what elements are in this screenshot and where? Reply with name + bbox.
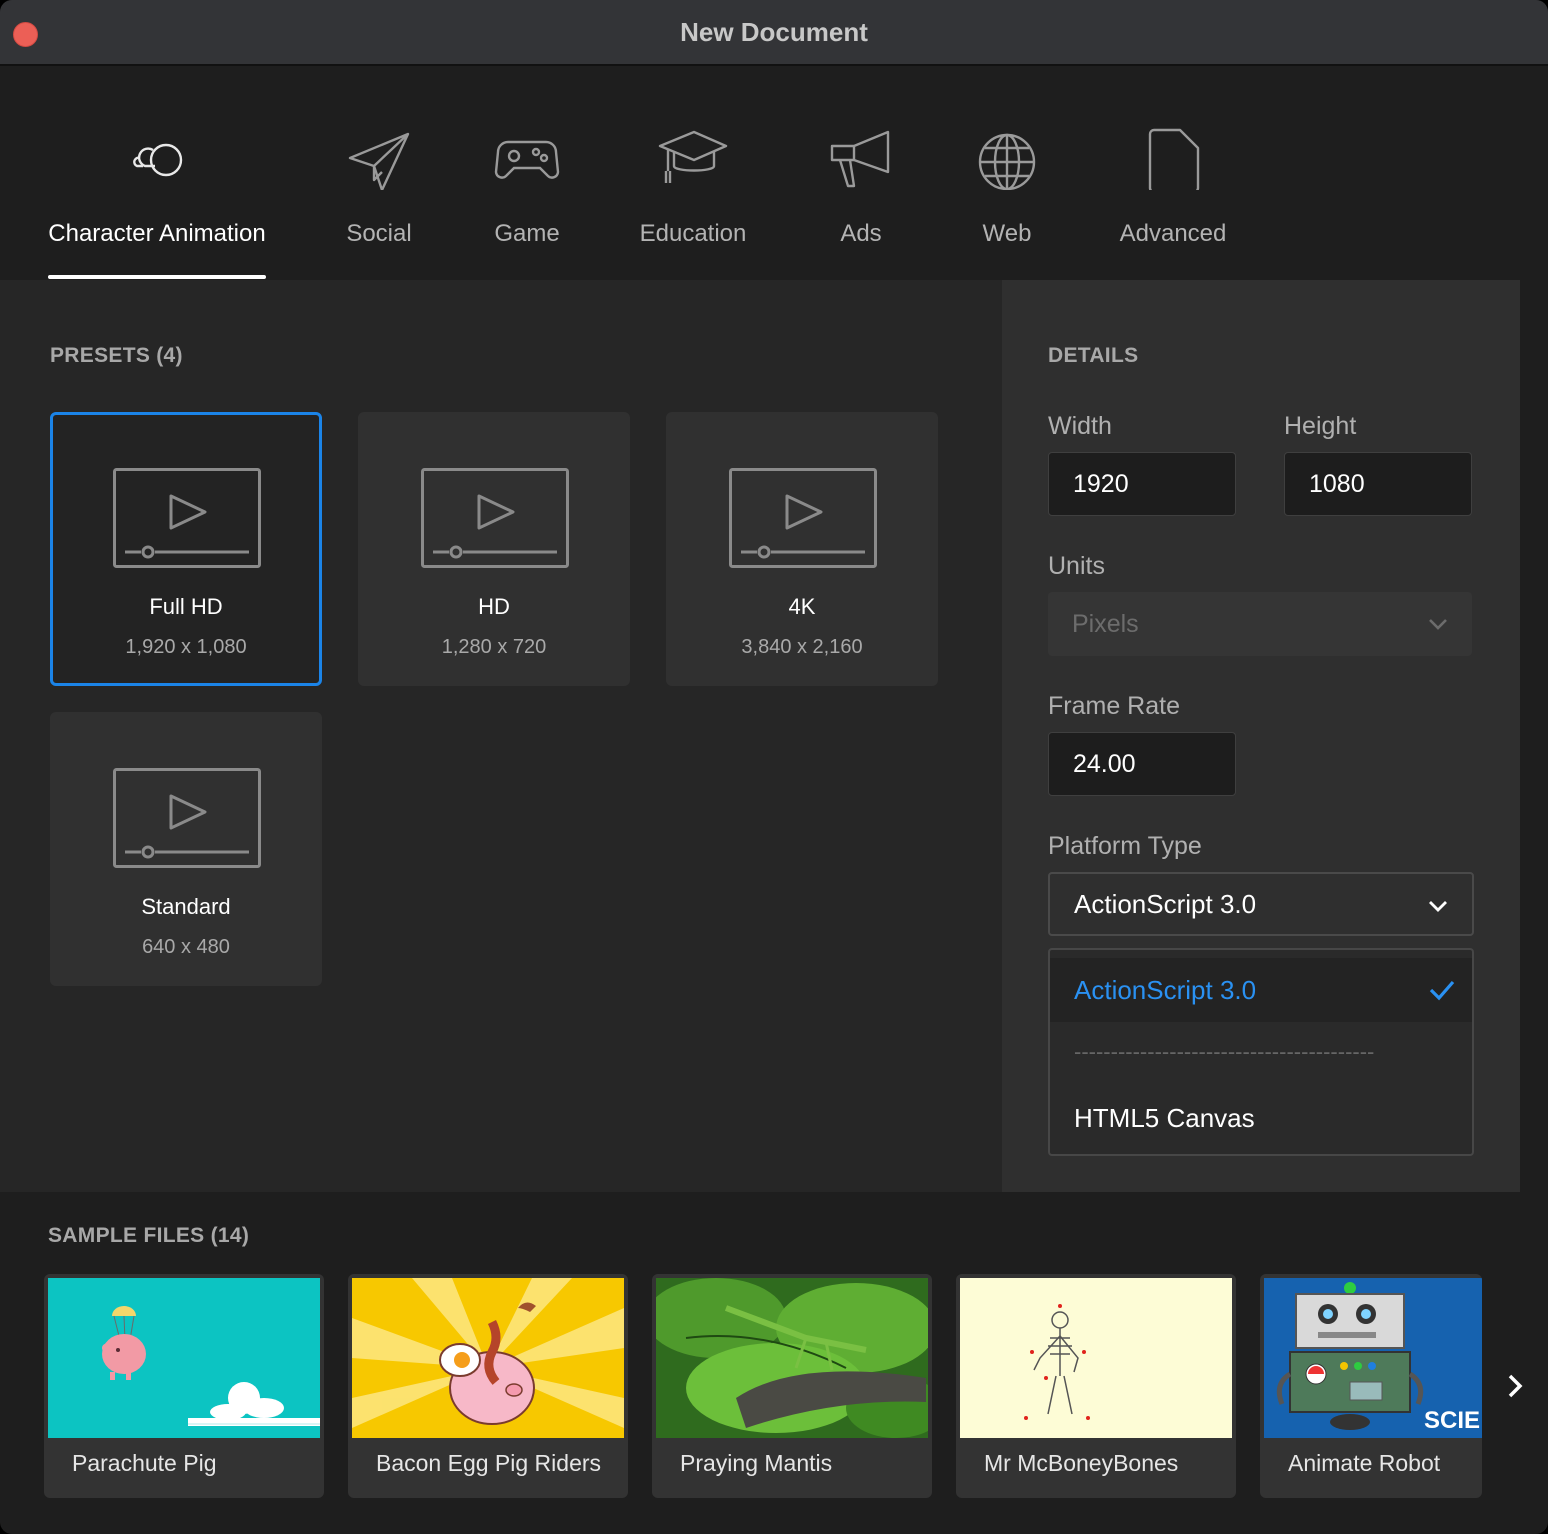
active-tab-indicator [48,275,266,279]
details-title: DETAILS [1048,344,1139,367]
width-label: Width [1048,412,1112,440]
tab-label: Advanced [1119,220,1227,247]
tab-label: Web [982,220,1032,247]
sample-name: Animate Robot [1288,1450,1441,1476]
svg-text:SCIE: SCIE [1424,1407,1480,1434]
sample-name: Praying Mantis [680,1450,833,1476]
new-document-dialog: New Document Character Animation Social [0,0,1548,1534]
preset-size: 3,840 x 2,160 [741,636,863,658]
tab-character-animation[interactable]: Character Animation [48,120,266,280]
sample-files-title: SAMPLE FILES (14) [48,1224,250,1247]
preset-hd[interactable]: HD 1,280 x 720 [358,412,630,686]
praying-mantis-thumbnail [656,1278,928,1438]
option-html5-canvas[interactable]: HTML5 Canvas [1050,1086,1472,1150]
preset-size: 1,280 x 720 [441,636,547,658]
preset-name: Full HD [149,594,223,619]
graduation-cap-icon [658,120,728,190]
paper-plane-icon [344,120,414,192]
megaphone-icon [826,120,896,190]
sample-name: Mr McBoneyBones [984,1450,1179,1476]
document-icon [1138,120,1208,194]
video-preset-icon [113,468,261,568]
platform-type-label: Platform Type [1048,832,1202,860]
tab-education[interactable]: Education [640,120,746,280]
option-label: HTML5 Canvas [1074,1103,1255,1133]
tab-web[interactable]: Web [972,120,1042,280]
preset-name: 4K [788,594,816,619]
checkmark-icon [1429,980,1455,1001]
sample-mr-mcboneybones[interactable]: Mr McBoneyBones [956,1274,1236,1498]
robot-thumbnail: SCIE [1264,1278,1482,1438]
sample-praying-mantis[interactable]: Praying Mantis [652,1274,932,1498]
bacon-egg-pig-thumbnail [352,1278,624,1438]
preset-full-hd[interactable]: Full HD 1,920 x 1,080 [50,412,322,686]
preset-4k[interactable]: 4K 3,840 x 2,160 [666,412,938,686]
preset-size: 640 x 480 [142,936,230,958]
sample-name: Bacon Egg Pig Riders [376,1450,602,1476]
tab-ads[interactable]: Ads [826,120,896,280]
platform-type-value: ActionScript 3.0 [1074,889,1257,919]
units-value: Pixels [1072,610,1139,638]
globe-icon [972,120,1042,191]
sample-animate-robot[interactable]: SCIE Animate Robot [1260,1274,1482,1498]
preset-standard[interactable]: Standard 640 x 480 [50,712,322,986]
tab-social[interactable]: Social [344,120,414,280]
video-preset-icon [729,468,877,568]
height-label: Height [1284,412,1357,440]
video-preset-icon [421,468,569,568]
tab-advanced[interactable]: Advanced [1120,120,1226,280]
preset-name: Standard [141,894,231,919]
video-preset-icon [113,768,261,868]
preset-size: 1,920 x 1,080 [125,636,247,658]
chevron-down-icon [1429,619,1447,630]
tab-label: Game [494,220,560,247]
sample-bacon-egg-pig-riders[interactable]: Bacon Egg Pig Riders [348,1274,628,1498]
sample-parachute-pig[interactable]: Parachute Pig [44,1274,324,1498]
platform-type-select[interactable]: ActionScript 3.0 [1048,872,1474,936]
option-label: ActionScript 3.0 [1074,975,1257,1005]
frame-rate-input[interactable]: 24.00 [1048,732,1236,796]
units-label: Units [1048,552,1105,580]
preset-name: HD [478,594,510,619]
window-title: New Document [680,17,868,47]
chevron-down-icon [1429,901,1447,912]
gamepad-icon [492,120,562,190]
tab-label: Character Animation [48,220,266,247]
tab-label: Social [346,220,412,247]
tab-label: Education [639,220,747,247]
frame-rate-label: Frame Rate [1048,692,1180,720]
width-input[interactable]: 1920 [1048,452,1236,516]
platform-type-dropdown: ActionScript 3.0 -----------------------… [1048,948,1474,1156]
character-animation-icon [122,120,192,190]
tab-label: Ads [840,220,882,247]
presets-title: PRESETS (4) [50,344,183,367]
title-bar: New Document [0,0,1548,66]
chevron-right-icon[interactable] [1500,1368,1532,1404]
skeleton-thumbnail [960,1278,1232,1438]
menu-separator: ----------------------------------------… [1074,1039,1375,1064]
parachute-pig-thumbnail [48,1278,320,1438]
sample-name: Parachute Pig [72,1450,217,1476]
option-actionscript[interactable]: ActionScript 3.0 [1050,958,1472,1022]
height-input[interactable]: 1080 [1284,452,1472,516]
units-select: Pixels [1048,592,1472,656]
tab-game[interactable]: Game [492,120,562,280]
